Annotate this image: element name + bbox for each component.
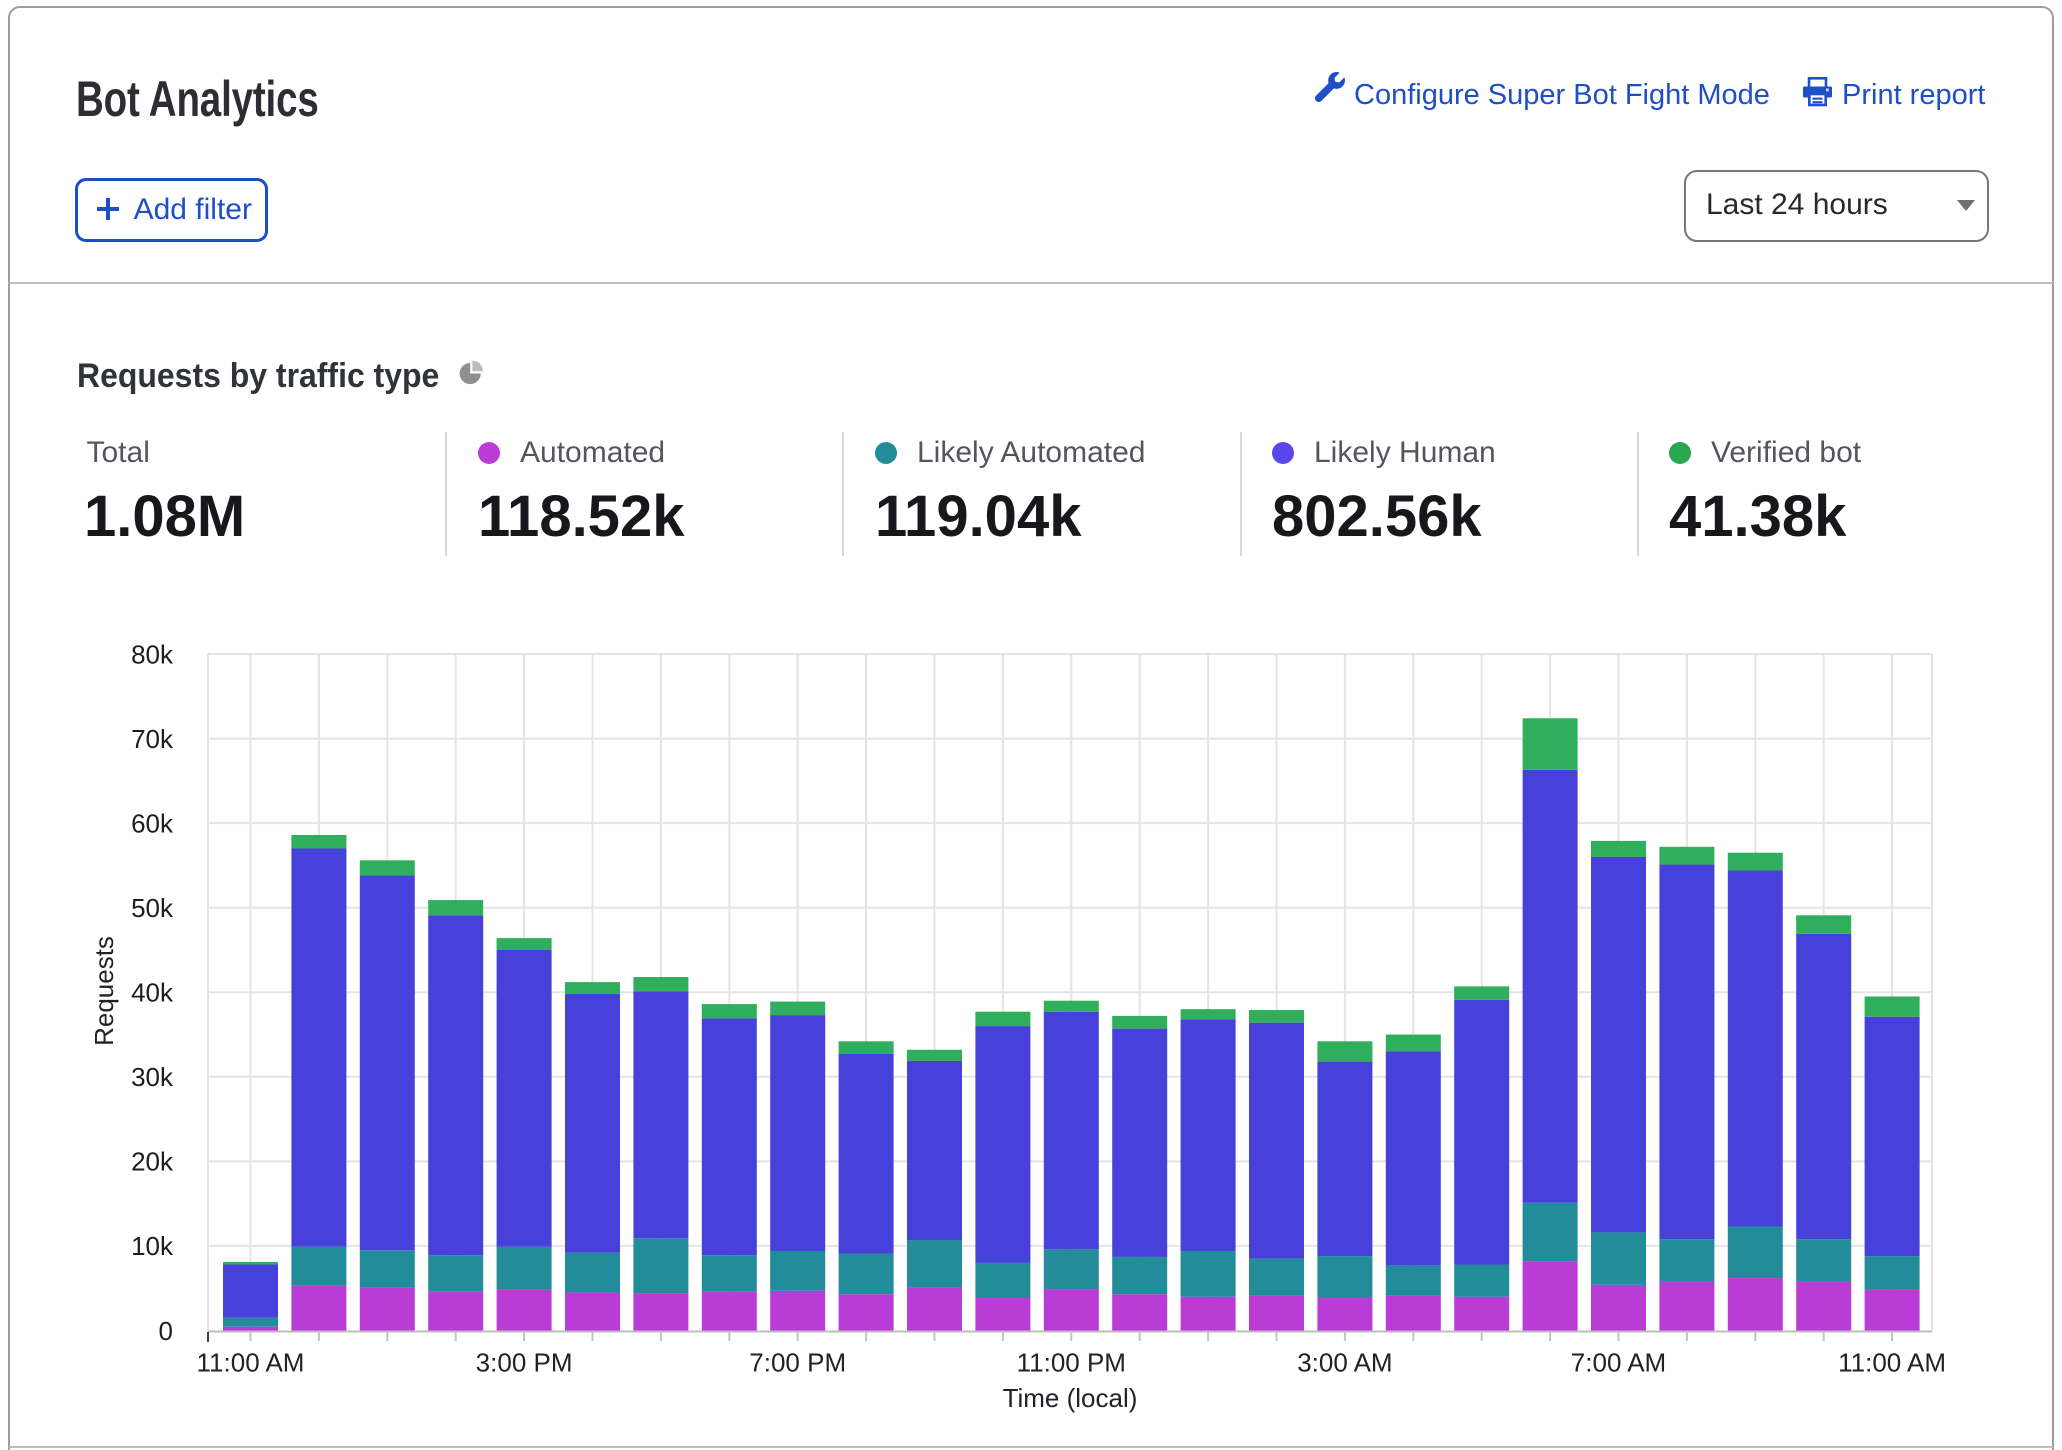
- svg-text:Time (local): Time (local): [1003, 1383, 1138, 1413]
- svg-text:70k: 70k: [131, 724, 174, 754]
- svg-text:10k: 10k: [131, 1231, 174, 1261]
- svg-text:30k: 30k: [131, 1062, 174, 1092]
- svg-text:3:00 PM: 3:00 PM: [476, 1347, 573, 1377]
- svg-text:0: 0: [159, 1316, 173, 1346]
- svg-text:60k: 60k: [131, 808, 174, 838]
- svg-text:20k: 20k: [131, 1147, 174, 1177]
- svg-text:3:00 AM: 3:00 AM: [1297, 1347, 1392, 1377]
- svg-text:11:00 AM: 11:00 AM: [1838, 1347, 1946, 1377]
- svg-text:40k: 40k: [131, 978, 174, 1008]
- svg-text:80k: 80k: [131, 639, 174, 669]
- svg-text:7:00 AM: 7:00 AM: [1571, 1347, 1666, 1377]
- svg-text:50k: 50k: [131, 893, 174, 923]
- svg-text:7:00 PM: 7:00 PM: [749, 1347, 846, 1377]
- svg-text:11:00 PM: 11:00 PM: [1017, 1347, 1126, 1377]
- svg-text:11:00 AM: 11:00 AM: [197, 1347, 305, 1377]
- svg-text:Requests: Requests: [89, 936, 119, 1046]
